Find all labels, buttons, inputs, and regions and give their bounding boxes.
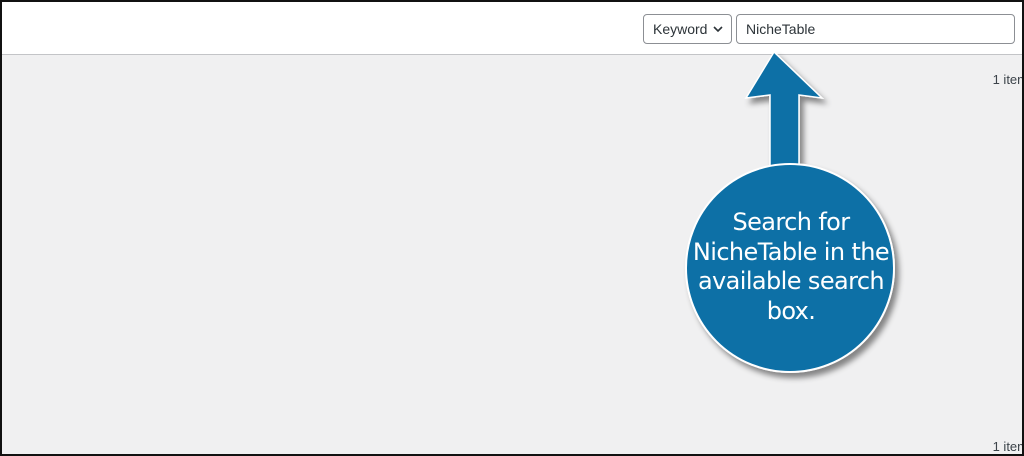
search-input-value: NicheTable	[746, 21, 816, 37]
search-input[interactable]: NicheTable	[736, 14, 1015, 44]
annotation-line: available search	[697, 267, 885, 295]
chevron-down-icon	[713, 26, 723, 33]
annotation-text: Search for NicheTable in the available s…	[686, 208, 896, 326]
search-filter-value: Keyword	[653, 21, 708, 37]
annotation-line: NicheTable in the	[692, 237, 890, 266]
annotation-line: box.	[766, 296, 816, 325]
screenshot-frame: Keyword NicheTable 1 item 1 item Search …	[0, 0, 1024, 456]
items-count-bottom: 1 item	[992, 439, 1022, 454]
items-count-top: 1 item	[992, 72, 1022, 87]
annotation-line: Search for	[732, 208, 850, 236]
list-toolbar: Keyword NicheTable	[2, 2, 1022, 55]
search-filter-select[interactable]: Keyword	[643, 14, 732, 44]
